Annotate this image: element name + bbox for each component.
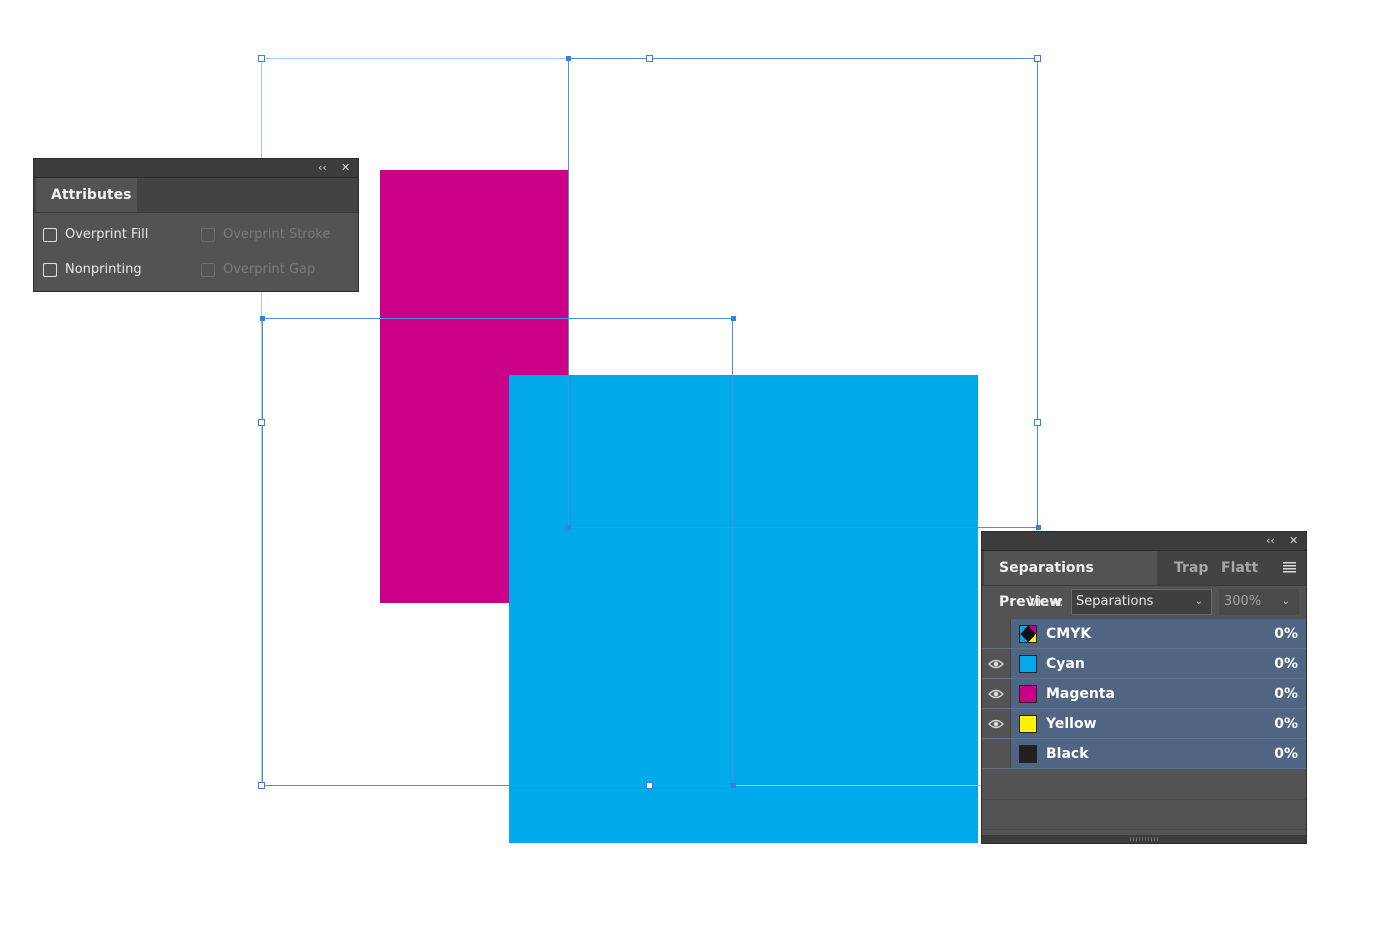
nonprinting-option[interactable]: Nonprinting	[43, 262, 142, 277]
attributes-panel: ‹‹ ✕ Attributes Overprint Fill Overprint…	[33, 158, 359, 292]
eye-icon	[988, 689, 1004, 698]
visibility-toggle[interactable]	[982, 739, 1011, 768]
chevron-down-icon: ⌄	[1281, 596, 1290, 607]
overprint-stroke-label: Overprint Stroke	[223, 227, 331, 242]
empty-list-row	[982, 799, 1306, 830]
anchor-point[interactable]	[260, 316, 265, 321]
separation-name: Magenta	[1046, 685, 1116, 702]
separation-item[interactable]: Magenta 0%	[1011, 679, 1306, 708]
visibility-toggle[interactable]	[982, 679, 1011, 708]
eye-icon	[988, 659, 1004, 668]
cyan-rectangle[interactable]	[509, 375, 978, 843]
collapse-icon[interactable]: ‹‹	[318, 160, 327, 176]
overprint-fill-label: Overprint Fill	[65, 227, 149, 242]
grip-icon	[1130, 837, 1158, 841]
close-icon[interactable]: ✕	[1289, 533, 1298, 549]
tab-attributes[interactable]: Attributes	[36, 178, 137, 212]
cyan-swatch-icon	[1019, 654, 1037, 673]
separations-tab-strip: Separations Preview Trap Flatte	[982, 551, 1306, 610]
separation-percent: 0%	[1274, 685, 1298, 702]
selection-handle[interactable]	[258, 782, 265, 789]
resize-grip[interactable]	[982, 835, 1306, 843]
separation-item[interactable]: Cyan 0%	[1011, 649, 1306, 678]
view-label: View:	[1029, 595, 1064, 610]
separation-item[interactable]: CMYK 0%	[1011, 619, 1306, 648]
selection-handle[interactable]	[646, 55, 653, 62]
overprint-fill-checkbox[interactable]	[43, 227, 57, 242]
selection-handle[interactable]	[258, 419, 265, 426]
tab-flattener[interactable]: Flatte	[1207, 551, 1259, 585]
selection-handle[interactable]	[258, 55, 265, 62]
separation-name: Black	[1046, 745, 1089, 762]
separation-item[interactable]: Black 0%	[1011, 739, 1306, 768]
tab-trap[interactable]: Trap	[1160, 551, 1208, 585]
chevron-down-icon: ⌄	[1194, 596, 1203, 607]
overprint-gap-option: Overprint Gap	[201, 262, 315, 277]
nonprinting-label: Nonprinting	[65, 262, 142, 277]
view-row: View: Separations ⌄ 300% ⌄	[982, 586, 1306, 618]
collapse-icon[interactable]: ‹‹	[1266, 533, 1275, 549]
selection-handle[interactable]	[646, 782, 653, 789]
overprint-gap-label: Overprint Gap	[223, 262, 316, 277]
hamburger-menu-icon[interactable]	[1283, 562, 1296, 573]
anchor-point[interactable]	[1036, 525, 1041, 530]
separations-panel-titlebar[interactable]: ‹‹ ✕	[982, 532, 1306, 551]
selection-handle[interactable]	[1034, 419, 1041, 426]
anchor-point[interactable]	[566, 56, 571, 61]
attributes-panel-titlebar[interactable]: ‹‹ ✕	[34, 159, 358, 178]
nonprinting-checkbox[interactable]	[43, 262, 57, 277]
separation-row-black[interactable]: Black 0%	[982, 739, 1306, 769]
ink-coverage-select: 300% ⌄	[1219, 589, 1299, 615]
separation-name: Yellow	[1046, 715, 1097, 732]
overprint-stroke-option: Overprint Stroke	[201, 227, 330, 242]
view-mode-value: Separations	[1076, 594, 1154, 609]
separation-name: CMYK	[1046, 625, 1092, 642]
yellow-swatch-icon	[1019, 714, 1037, 733]
separation-row-cmyk[interactable]: CMYK 0%	[982, 619, 1306, 649]
anchor-point[interactable]	[731, 783, 736, 788]
black-swatch-icon	[1019, 744, 1037, 763]
separation-row-cyan[interactable]: Cyan 0%	[982, 649, 1306, 679]
empty-list-row	[982, 769, 1306, 800]
separation-percent: 0%	[1274, 745, 1298, 762]
ink-coverage-value: 300%	[1224, 594, 1262, 609]
visibility-toggle[interactable]	[982, 709, 1011, 738]
overprint-fill-option[interactable]: Overprint Fill	[43, 227, 148, 242]
separations-list: CMYK 0% Cyan 0% Magenta 0% Yellow 0% Bla…	[982, 619, 1306, 769]
separation-percent: 0%	[1274, 655, 1298, 672]
separation-item[interactable]: Yellow 0%	[1011, 709, 1306, 738]
separation-percent: 0%	[1274, 715, 1298, 732]
view-mode-select[interactable]: Separations ⌄	[1071, 589, 1212, 615]
cmyk-swatch-icon	[1019, 624, 1037, 643]
selection-handle[interactable]	[1034, 55, 1041, 62]
attributes-tab-strip: Attributes	[34, 178, 358, 213]
close-icon[interactable]: ✕	[341, 160, 350, 176]
separation-row-yellow[interactable]: Yellow 0%	[982, 709, 1306, 739]
anchor-point[interactable]	[566, 525, 571, 530]
separation-percent: 0%	[1274, 625, 1298, 642]
anchor-point[interactable]	[731, 316, 736, 321]
tab-separations-preview[interactable]: Separations Preview	[984, 551, 1157, 610]
visibility-toggle[interactable]	[982, 649, 1011, 678]
document-canvas: ‹‹ ✕ Attributes Overprint Fill Overprint…	[0, 0, 1380, 926]
overprint-gap-checkbox	[201, 262, 215, 277]
separation-name: Cyan	[1046, 655, 1085, 672]
overprint-stroke-checkbox	[201, 227, 215, 242]
separation-row-magenta[interactable]: Magenta 0%	[982, 679, 1306, 709]
visibility-toggle[interactable]	[982, 619, 1011, 648]
magenta-swatch-icon	[1019, 684, 1037, 703]
separations-preview-panel: ‹‹ ✕ Separations Preview Trap Flatte Vie…	[981, 531, 1307, 844]
eye-icon	[988, 719, 1004, 728]
